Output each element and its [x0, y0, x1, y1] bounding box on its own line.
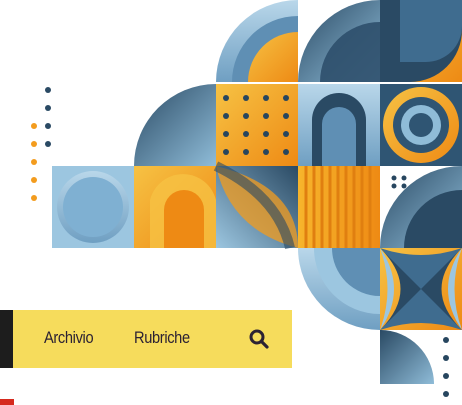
- nav-left-block: [0, 310, 13, 368]
- nav-link-rubriche[interactable]: Rubriche: [134, 328, 190, 348]
- search-icon[interactable]: [248, 328, 270, 350]
- nav-link-archivio[interactable]: Archivio: [44, 328, 94, 348]
- main-nav-bar: Archivio Rubriche: [0, 310, 292, 368]
- accent-bar: [0, 399, 14, 405]
